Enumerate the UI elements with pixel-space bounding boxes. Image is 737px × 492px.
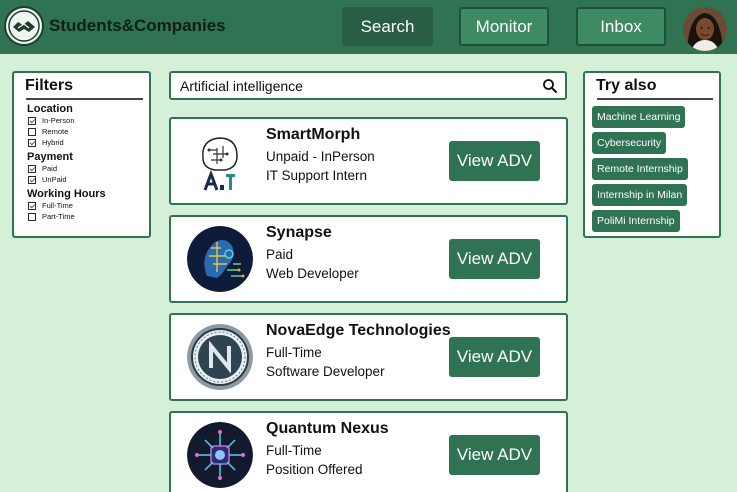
filter-option-part-time[interactable]: Part-Time (28, 211, 149, 222)
novaedge-logo-icon (187, 324, 253, 390)
job-title: IT Support Intern (266, 168, 368, 183)
filter-option-full-time[interactable]: Full-Time (28, 200, 149, 211)
filter-option-remote[interactable]: Remote (28, 126, 149, 137)
view-adv-button[interactable]: View ADV (449, 239, 540, 279)
company-name: Quantum Nexus (266, 420, 389, 437)
filter-option-label: Hybrid (42, 138, 64, 147)
checkbox-unchecked[interactable] (28, 212, 36, 221)
top-navigation-bar: Students&Companies Search Monitor Inbox (0, 0, 737, 54)
job-conditions: Full-Time (266, 345, 322, 360)
view-adv-button[interactable]: View ADV (449, 435, 540, 475)
nav-inbox-button[interactable]: Inbox (576, 7, 666, 46)
nav-monitor-button[interactable]: Monitor (459, 7, 549, 46)
result-card: SmartMorph Unpaid - InPerson IT Support … (169, 117, 568, 205)
company-name: Synapse (266, 224, 332, 241)
synapse-logo-icon (187, 226, 253, 292)
search-bar (169, 71, 567, 100)
nav-search-button[interactable]: Search (342, 7, 433, 46)
company-name: SmartMorph (266, 126, 361, 143)
filter-group-title: Payment (27, 151, 73, 163)
search-input[interactable] (171, 73, 531, 98)
suggestion-tag[interactable]: Cybersecurity (592, 132, 667, 154)
handshake-logo-icon[interactable] (4, 6, 44, 46)
filter-option-label: Part-Time (42, 212, 75, 221)
checkbox-checked[interactable] (28, 116, 36, 125)
try-also-panel: Try also Machine Learning Cybersecurity … (583, 71, 721, 238)
view-adv-button[interactable]: View ADV (449, 141, 540, 181)
result-card: NovaEdge Technologies Full-Time Software… (169, 313, 568, 401)
filter-group-payment: Payment Paid UnPaid (27, 151, 149, 185)
suggestion-tag[interactable]: Machine Learning (592, 106, 686, 128)
filter-option-label: In-Person (42, 116, 75, 125)
filter-group-title: Location (27, 103, 73, 115)
filter-option-in-person[interactable]: In-Person (28, 115, 149, 126)
suggestion-tag[interactable]: Remote Internship (592, 158, 688, 180)
filter-group-working-hours: Working Hours Full-Time Part-Time (27, 188, 149, 222)
job-conditions: Unpaid - InPerson (266, 149, 375, 164)
filter-option-label: Paid (42, 164, 58, 173)
job-conditions: Full-Time (266, 443, 322, 458)
filter-option-label: UnPaid (42, 175, 67, 184)
checkbox-unchecked[interactable] (28, 127, 36, 136)
job-conditions: Paid (266, 247, 294, 262)
try-also-divider (597, 98, 713, 100)
filters-divider (26, 98, 143, 100)
job-title: Position Offered (266, 462, 363, 477)
checkbox-checked[interactable] (28, 164, 36, 173)
company-name: NovaEdge Technologies (266, 322, 451, 339)
filter-option-hybrid[interactable]: Hybrid (28, 137, 149, 148)
suggestion-tags: Machine Learning Cybersecurity Remote In… (592, 106, 719, 236)
brand-name: Students&Companies (49, 16, 226, 35)
filter-option-paid[interactable]: Paid (28, 163, 149, 174)
search-icon[interactable] (542, 78, 558, 94)
quantum-nexus-logo-icon (187, 422, 253, 488)
filter-option-label: Remote (42, 127, 69, 136)
suggestion-tag[interactable]: PoliMi Internship (592, 210, 680, 232)
result-card: Synapse Paid Web Developer View ADV (169, 215, 568, 303)
checkbox-checked[interactable] (28, 138, 36, 147)
filter-group-location: Location In-Person Remote Hybrid (27, 103, 149, 148)
filters-panel: Filters Location In-Person Remote Hybrid… (12, 71, 151, 238)
filter-option-label: Full-Time (42, 201, 73, 210)
filter-option-unpaid[interactable]: UnPaid (28, 174, 149, 185)
smartmorph-logo-icon (187, 128, 253, 194)
job-title: Web Developer (266, 266, 359, 281)
suggestion-tag[interactable]: Internship in Milan (592, 184, 688, 206)
job-title: Software Developer (266, 364, 385, 379)
checkbox-checked[interactable] (28, 175, 36, 184)
checkbox-checked[interactable] (28, 201, 36, 210)
result-card: Quantum Nexus Full-Time Position Offered… (169, 411, 568, 492)
try-also-title: Try also (596, 77, 657, 94)
view-adv-button[interactable]: View ADV (449, 337, 540, 377)
filters-title: Filters (25, 77, 74, 94)
filter-group-title: Working Hours (27, 188, 106, 200)
user-avatar[interactable] (683, 7, 727, 51)
